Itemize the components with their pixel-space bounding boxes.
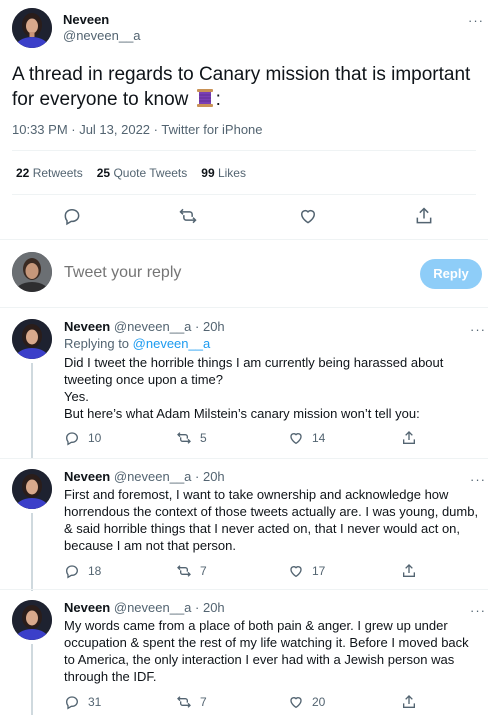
more-options-icon[interactable]: ··· bbox=[470, 473, 486, 486]
reply-header: Neveen @neveen__a · 20h bbox=[64, 600, 225, 615]
reply-input[interactable] bbox=[64, 264, 271, 282]
retweet-icon bbox=[177, 696, 191, 708]
retweet-count: 5 bbox=[200, 431, 207, 445]
reply-count: 31 bbox=[88, 695, 102, 709]
share-action[interactable] bbox=[401, 563, 417, 579]
reply-action[interactable]: 10 bbox=[64, 430, 101, 446]
divider bbox=[12, 150, 476, 151]
reply-action[interactable]: 31 bbox=[64, 694, 101, 710]
reply-composer: Reply bbox=[0, 240, 488, 308]
like-action[interactable]: 14 bbox=[288, 430, 325, 446]
main-tweet: Neveen @neveen__a ··· A thread in regard… bbox=[0, 0, 488, 240]
current-user-avatar[interactable] bbox=[12, 252, 52, 292]
retweet-action[interactable]: 7 bbox=[176, 563, 207, 579]
retweet-count: 7 bbox=[200, 695, 207, 709]
author-handle-time[interactable]: @neveen__a · 20h bbox=[114, 469, 225, 484]
author-name[interactable]: Neveen bbox=[64, 600, 110, 615]
author-avatar[interactable] bbox=[12, 600, 52, 640]
like-icon bbox=[290, 566, 302, 578]
share-icon[interactable] bbox=[414, 206, 434, 226]
spool-of-thread-emoji bbox=[196, 88, 214, 108]
retweet-action[interactable]: 5 bbox=[176, 430, 207, 446]
retweet-count: 7 bbox=[200, 564, 207, 578]
reply-count: 10 bbox=[88, 431, 102, 445]
reply-tweet[interactable]: Neveen @neveen__a · 20h ··· My words cam… bbox=[0, 590, 488, 715]
reply-button[interactable]: Reply bbox=[420, 259, 482, 289]
reply-icon[interactable] bbox=[62, 206, 82, 226]
reply-count: 18 bbox=[88, 564, 102, 578]
retweet-icon[interactable] bbox=[178, 206, 198, 226]
retweet-icon bbox=[177, 565, 191, 577]
like-count: 14 bbox=[312, 431, 326, 445]
reply-tweet[interactable]: Neveen @neveen__a · 20h ··· Replying to … bbox=[0, 309, 488, 459]
author-handle[interactable]: @neveen__a bbox=[63, 28, 141, 43]
reply-header: Neveen @neveen__a · 20h bbox=[64, 469, 225, 484]
like-count: 17 bbox=[312, 564, 326, 578]
like-action[interactable]: 17 bbox=[288, 563, 325, 579]
author-handle-time[interactable]: @neveen__a · 20h bbox=[114, 600, 225, 615]
reply-text: My words came from a place of both pain … bbox=[64, 618, 469, 684]
retweets-stat[interactable]: 22 Retweets bbox=[16, 166, 83, 180]
tweet-text-suffix: : bbox=[215, 89, 221, 110]
reply-icon bbox=[65, 565, 79, 579]
reply-icon bbox=[65, 432, 79, 446]
author-name[interactable]: Neveen bbox=[64, 469, 110, 484]
author-name[interactable]: Neveen bbox=[64, 319, 110, 334]
tweet-text: A thread in regards to Canary mission th… bbox=[12, 62, 482, 112]
more-options-icon[interactable]: ··· bbox=[470, 604, 486, 617]
reply-text: Did I tweet the horrible things I am cur… bbox=[64, 355, 444, 421]
share-icon bbox=[403, 431, 415, 444]
like-action[interactable]: 20 bbox=[288, 694, 325, 710]
tweet-text-body: A thread in regards to Canary mission th… bbox=[12, 64, 471, 110]
reply-tweet[interactable]: Neveen @neveen__a · 20h ··· First and fo… bbox=[0, 459, 488, 591]
reply-actions: 31 7 20 bbox=[64, 694, 484, 712]
tweet-timestamp[interactable]: 10:33 PM · Jul 13, 2022 · Twitter for iP… bbox=[12, 122, 263, 137]
tweet-stats: 22 Retweets 25 Quote Tweets 99 Likes bbox=[16, 166, 246, 180]
divider bbox=[12, 194, 476, 195]
author-avatar[interactable] bbox=[12, 469, 52, 509]
reply-icon bbox=[65, 696, 79, 710]
author-name[interactable]: Neveen bbox=[63, 12, 109, 27]
reply-action[interactable]: 18 bbox=[64, 563, 101, 579]
share-icon bbox=[403, 695, 415, 708]
like-icon bbox=[290, 697, 302, 709]
reply-actions: 18 7 17 bbox=[64, 563, 484, 581]
divider bbox=[0, 307, 488, 308]
author-avatar[interactable] bbox=[12, 8, 52, 48]
retweet-action[interactable]: 7 bbox=[176, 694, 207, 710]
reply-actions: 10 5 14 bbox=[64, 430, 484, 448]
likes-stat[interactable]: 99 Likes bbox=[201, 166, 246, 180]
thread-line bbox=[31, 644, 33, 715]
more-options-icon[interactable]: ··· bbox=[470, 323, 486, 336]
like-icon bbox=[290, 433, 302, 445]
replying-to: Replying to @neveen__a bbox=[64, 336, 211, 351]
more-options-icon[interactable]: ··· bbox=[468, 14, 484, 27]
thread-line bbox=[31, 363, 33, 459]
like-count: 20 bbox=[312, 695, 326, 709]
share-icon bbox=[403, 564, 415, 577]
thread-line bbox=[31, 513, 33, 591]
reply-header: Neveen @neveen__a · 20h bbox=[64, 319, 225, 334]
author-handle-time[interactable]: @neveen__a · 20h bbox=[114, 319, 225, 334]
quote-tweets-stat[interactable]: 25 Quote Tweets bbox=[97, 166, 188, 180]
share-action[interactable] bbox=[401, 430, 417, 446]
author-avatar[interactable] bbox=[12, 319, 52, 359]
reply-text: First and foremost, I want to take owner… bbox=[64, 487, 479, 553]
tweet-actions bbox=[0, 206, 488, 228]
like-icon[interactable] bbox=[298, 206, 318, 226]
replying-to-link[interactable]: @neveen__a bbox=[133, 336, 211, 351]
share-action[interactable] bbox=[401, 694, 417, 710]
retweet-icon bbox=[177, 432, 191, 444]
